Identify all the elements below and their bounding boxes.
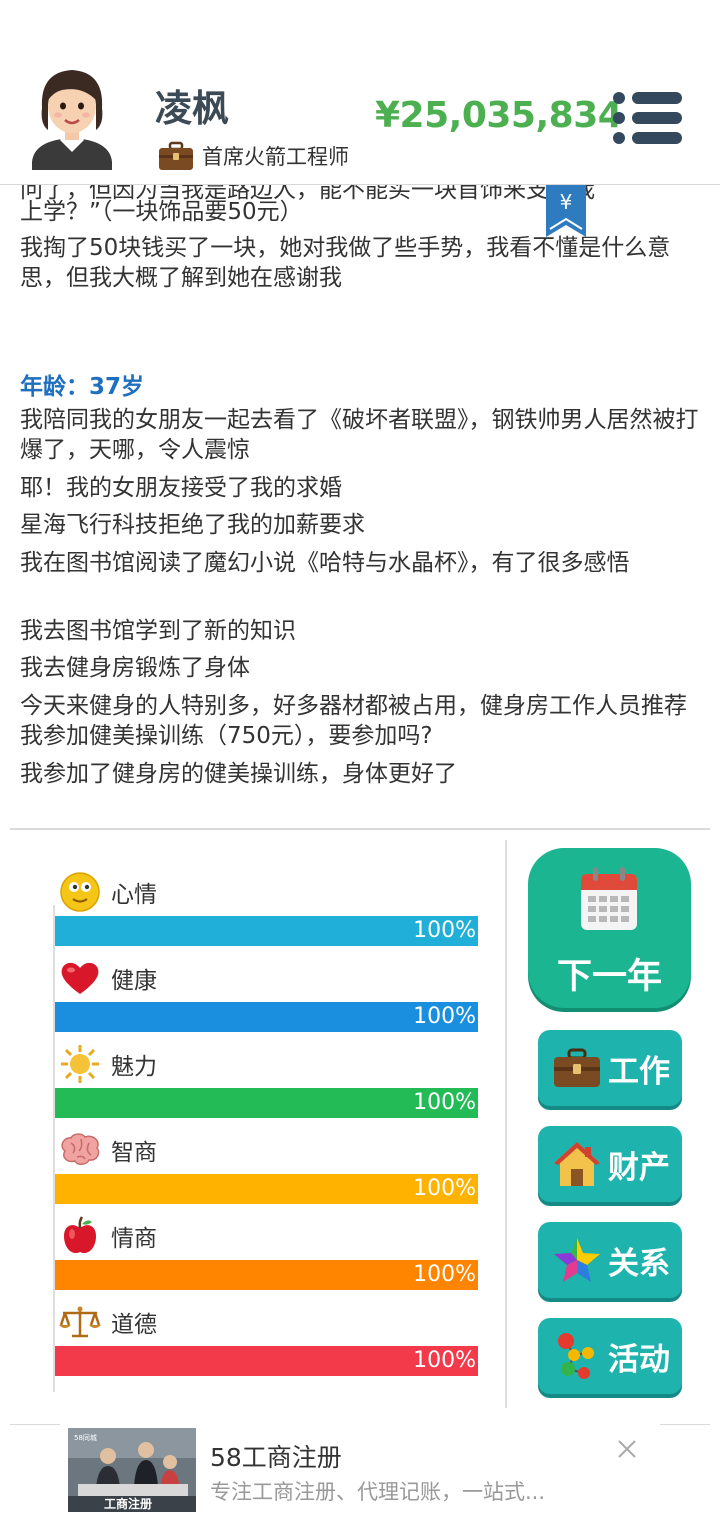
panel-separator <box>505 840 507 1408</box>
star-icon <box>554 1238 600 1282</box>
stat-label: 智商 <box>111 1140 157 1166</box>
stat-label: 情商 <box>111 1226 157 1252</box>
bar-value: 100% <box>413 918 476 943</box>
iq-bar: 100% <box>55 1174 478 1204</box>
svg-text:58同城: 58同城 <box>74 1434 97 1442</box>
charm-bar: 100% <box>55 1088 478 1118</box>
job-info: 首席火箭工程师 <box>158 138 349 174</box>
briefcase-icon <box>554 1048 600 1087</box>
stat-label: 健康 <box>111 968 157 994</box>
bar-value: 100% <box>413 1176 476 1201</box>
log-entry: 我在图书馆阅读了魔幻小说《哈特与水晶杯》，有了很多感悟 <box>20 550 630 576</box>
log-entry: 我陪同我的女朋友一起去看了《破坏者联盟》，钢铁帅男人居然被打爆了，天哪，令人震惊 <box>20 407 699 463</box>
health-bar: 100% <box>55 1002 478 1032</box>
header: 凌枫 首席火箭工程师 ¥25,035,834 <box>0 0 720 185</box>
next-year-button[interactable]: 下一年 <box>528 848 691 1008</box>
life-log[interactable]: 问了，但因为当我是路边人，能不能买一块首饰来支持我 上学？”（一块饰品要50元）… <box>0 185 720 828</box>
mood-bar: 100% <box>55 916 478 946</box>
eq-bar: 100% <box>55 1260 478 1290</box>
log-entry: 耶！我的女朋友接受了我的求婚 <box>20 475 342 501</box>
bar-value: 100% <box>413 1348 476 1373</box>
log-entry: 我去图书馆学到了新的知识 <box>20 618 296 644</box>
log-entry: 今天来健身的人特别多，好多器材都被占用，健身房工作人员推荐我参加健美操训练（75… <box>20 693 687 749</box>
calendar-icon <box>581 867 637 930</box>
money-bookmark-icon[interactable]: ¥ <box>546 185 586 237</box>
bar-value: 100% <box>413 1090 476 1115</box>
briefcase-icon <box>159 141 193 170</box>
log-entry: 我去健身房锻炼了身体 <box>20 655 250 681</box>
close-icon[interactable] <box>612 1434 642 1464</box>
ad-divider <box>660 1424 710 1425</box>
activity-button[interactable]: 活动 <box>538 1318 682 1394</box>
relations-label: 关系 <box>608 1245 670 1282</box>
apple-icon <box>64 1216 96 1254</box>
log-entry: 我掏了50块钱买了一块，她对我做了些手势，我看不懂是什么意思，但我大概了解到她在… <box>20 235 671 291</box>
activity-label: 活动 <box>608 1341 670 1378</box>
property-label: 财产 <box>608 1149 670 1186</box>
property-button[interactable]: 财产 <box>538 1126 682 1202</box>
ad-image[interactable]: 58同城 工商注册 <box>68 1428 196 1512</box>
player-name: 凌枫 <box>155 87 229 130</box>
brain-icon <box>61 1133 100 1165</box>
scales-icon <box>59 1306 101 1338</box>
ad-banner[interactable]: 58同城 工商注册 58工商注册 专注工商注册、代理记账，一站式... <box>0 1424 720 1520</box>
log-entry: 我参加了健身房的健美操训练，身体更好了 <box>20 761 457 787</box>
stat-label: 魅力 <box>111 1054 157 1080</box>
money-amount: ¥25,035,834 <box>375 95 623 136</box>
bar-value: 100% <box>413 1004 476 1029</box>
bar-value: 100% <box>413 1262 476 1287</box>
stat-charm: 魅力 100% <box>55 1044 478 1130</box>
stat-eq: 情商 100% <box>55 1216 478 1302</box>
menu-icon[interactable] <box>612 90 684 146</box>
log-entry: 星海飞行科技拒绝了我的加薪要求 <box>20 512 365 538</box>
work-label: 工作 <box>608 1053 670 1090</box>
molecule-icon <box>558 1333 594 1379</box>
log-entry: 上学？”（一块饰品要50元） <box>20 199 303 225</box>
job-title: 首席火箭工程师 <box>202 145 349 169</box>
smiley-icon <box>60 872 100 912</box>
heart-icon <box>61 962 99 994</box>
sun-icon <box>61 1045 99 1083</box>
ad-divider <box>10 1424 60 1425</box>
next-year-label: 下一年 <box>556 957 662 997</box>
house-icon <box>554 1142 600 1186</box>
ad-subtitle: 专注工商注册、代理记账，一站式... <box>210 1480 546 1504</box>
stat-morality: 道德 100% <box>55 1302 478 1388</box>
relations-button[interactable]: 关系 <box>538 1222 682 1298</box>
svg-text:工商注册: 工商注册 <box>104 1496 152 1511</box>
ad-photo: 58同城 工商注册 <box>68 1428 196 1512</box>
svg-text:¥: ¥ <box>560 190 573 214</box>
stat-label: 道德 <box>111 1312 157 1338</box>
ad-title: 58工商注册 <box>210 1443 342 1472</box>
stat-mood: 心情 100% <box>55 872 478 958</box>
stat-iq: 智商 100% <box>55 1130 478 1216</box>
stat-health: 健康 100% <box>55 958 478 1044</box>
divider <box>10 828 710 830</box>
work-button[interactable]: 工作 <box>538 1030 682 1106</box>
age-header: 年龄：37岁 <box>20 374 145 400</box>
stat-label: 心情 <box>111 882 157 908</box>
morality-bar: 100% <box>55 1346 478 1376</box>
avatar[interactable] <box>22 60 122 170</box>
